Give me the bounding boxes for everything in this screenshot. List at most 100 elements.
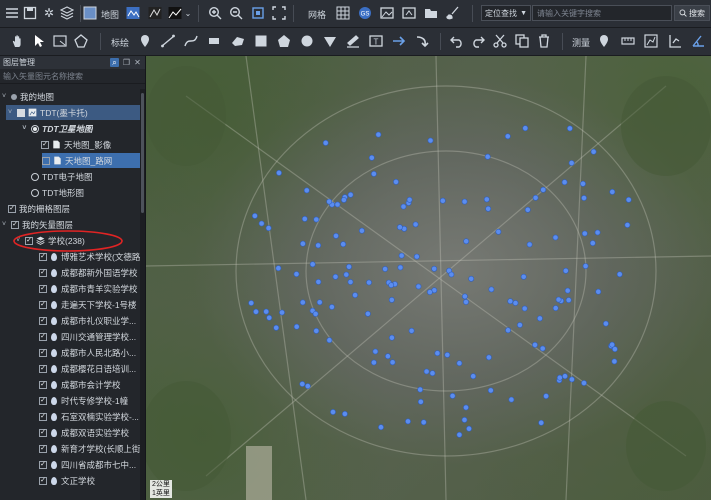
circle-icon[interactable]	[299, 33, 315, 49]
school-marker[interactable]	[582, 263, 589, 269]
school-marker[interactable]	[463, 404, 469, 411]
school-marker[interactable]	[388, 282, 395, 288]
school-marker[interactable]	[370, 171, 377, 177]
brush-icon[interactable]	[445, 5, 461, 21]
school-marker[interactable]	[488, 286, 495, 293]
box-select-icon[interactable]	[52, 33, 68, 49]
school-marker[interactable]	[397, 264, 404, 271]
school-marker[interactable]	[370, 359, 377, 366]
school-marker[interactable]	[581, 230, 588, 237]
school-marker[interactable]	[520, 273, 527, 280]
scrollbar[interactable]	[140, 89, 145, 500]
school-marker[interactable]	[556, 374, 563, 381]
school-marker[interactable]	[326, 337, 333, 344]
curve-icon[interactable]	[183, 33, 199, 49]
school-marker[interactable]	[276, 170, 282, 176]
school-marker[interactable]	[309, 261, 316, 268]
school-marker[interactable]	[483, 196, 490, 203]
school-marker[interactable]	[516, 322, 523, 328]
pan-hand-icon[interactable]	[10, 33, 26, 49]
school-marker[interactable]	[562, 373, 568, 380]
school-marker[interactable]	[526, 241, 533, 248]
school-marker[interactable]	[368, 154, 375, 161]
school-marker[interactable]	[398, 252, 405, 259]
school-marker[interactable]	[366, 279, 372, 286]
school-marker[interactable]	[590, 148, 597, 155]
school-marker[interactable]	[408, 327, 415, 334]
school-marker[interactable]	[252, 212, 258, 219]
school-marker[interactable]	[581, 195, 587, 201]
sector-icon[interactable]	[322, 33, 338, 49]
terrain-icon[interactable]	[167, 5, 183, 21]
school-marker[interactable]	[543, 393, 549, 399]
school-marker[interactable]	[334, 201, 341, 208]
pentagon-icon[interactable]	[276, 33, 292, 49]
school-marker[interactable]	[313, 327, 320, 334]
grid-icon[interactable]	[335, 5, 351, 21]
school-marker[interactable]	[346, 263, 352, 270]
school-marker[interactable]	[427, 137, 434, 144]
school-marker[interactable]	[461, 198, 468, 205]
school-marker[interactable]	[536, 315, 543, 322]
school-marker[interactable]	[299, 299, 306, 306]
school-marker[interactable]	[426, 289, 433, 295]
school-marker[interactable]	[580, 180, 586, 187]
redo-icon[interactable]	[470, 33, 486, 49]
rectangle-icon[interactable]	[206, 33, 222, 49]
school-marker[interactable]	[303, 187, 310, 194]
school-marker[interactable]	[456, 360, 463, 367]
school-marker[interactable]	[417, 398, 424, 405]
school-marker[interactable]	[512, 300, 519, 306]
marker-icon[interactable]	[137, 33, 153, 49]
school-marker[interactable]	[449, 392, 456, 399]
school-marker[interactable]	[322, 140, 329, 146]
zoom-out-icon[interactable]	[228, 5, 244, 21]
school-marker[interactable]	[448, 271, 455, 278]
school-marker[interactable]	[594, 229, 601, 236]
school-marker[interactable]	[316, 299, 323, 306]
school-marker[interactable]	[539, 345, 546, 352]
grid-label[interactable]: 网格	[308, 8, 326, 21]
globe-icon[interactable]: GS	[357, 5, 373, 21]
school-marker[interactable]	[299, 240, 306, 247]
satellite-icon[interactable]	[147, 5, 163, 21]
full-extent-icon[interactable]	[250, 5, 266, 21]
arrow-right-icon[interactable]	[391, 33, 407, 49]
school-marker[interactable]	[412, 221, 419, 228]
frame-icon[interactable]	[271, 5, 287, 21]
school-marker[interactable]	[375, 131, 382, 138]
zoom-in-icon[interactable]	[207, 5, 223, 21]
school-marker[interactable]	[293, 271, 300, 277]
school-marker[interactable]	[301, 215, 308, 222]
text-frame-icon[interactable]: T	[368, 33, 384, 49]
school-marker[interactable]	[275, 265, 282, 272]
school-marker[interactable]	[555, 296, 562, 303]
school-marker[interactable]	[581, 380, 587, 386]
school-marker[interactable]	[439, 197, 446, 204]
measure-area-icon[interactable]	[643, 33, 659, 49]
gear-icon[interactable]: ✲	[41, 5, 57, 21]
measure-distance-icon[interactable]	[620, 33, 636, 49]
school-marker[interactable]	[561, 179, 568, 186]
scrollbar-thumb[interactable]	[141, 93, 144, 213]
copy-icon[interactable]	[514, 33, 530, 49]
school-marker[interactable]	[495, 228, 502, 235]
locate-select[interactable]: 定位查找 ▼	[481, 5, 531, 21]
map-canvas[interactable]	[146, 56, 711, 500]
school-marker[interactable]	[347, 191, 354, 198]
school-marker[interactable]	[340, 196, 347, 203]
school-marker[interactable]	[444, 351, 451, 358]
mark-label[interactable]: 标绘	[111, 36, 129, 49]
school-marker[interactable]	[568, 160, 575, 166]
school-marker[interactable]	[470, 373, 477, 380]
school-marker[interactable]	[299, 381, 306, 387]
school-marker[interactable]	[405, 418, 411, 425]
school-marker[interactable]	[532, 341, 538, 348]
image-icon[interactable]	[379, 5, 395, 21]
school-marker[interactable]	[341, 410, 348, 417]
delete-icon[interactable]	[536, 33, 552, 49]
chevron-down-icon[interactable]: ⌄	[183, 5, 193, 21]
school-marker[interactable]	[417, 386, 424, 393]
school-marker[interactable]	[273, 324, 280, 331]
school-marker[interactable]	[378, 424, 384, 431]
